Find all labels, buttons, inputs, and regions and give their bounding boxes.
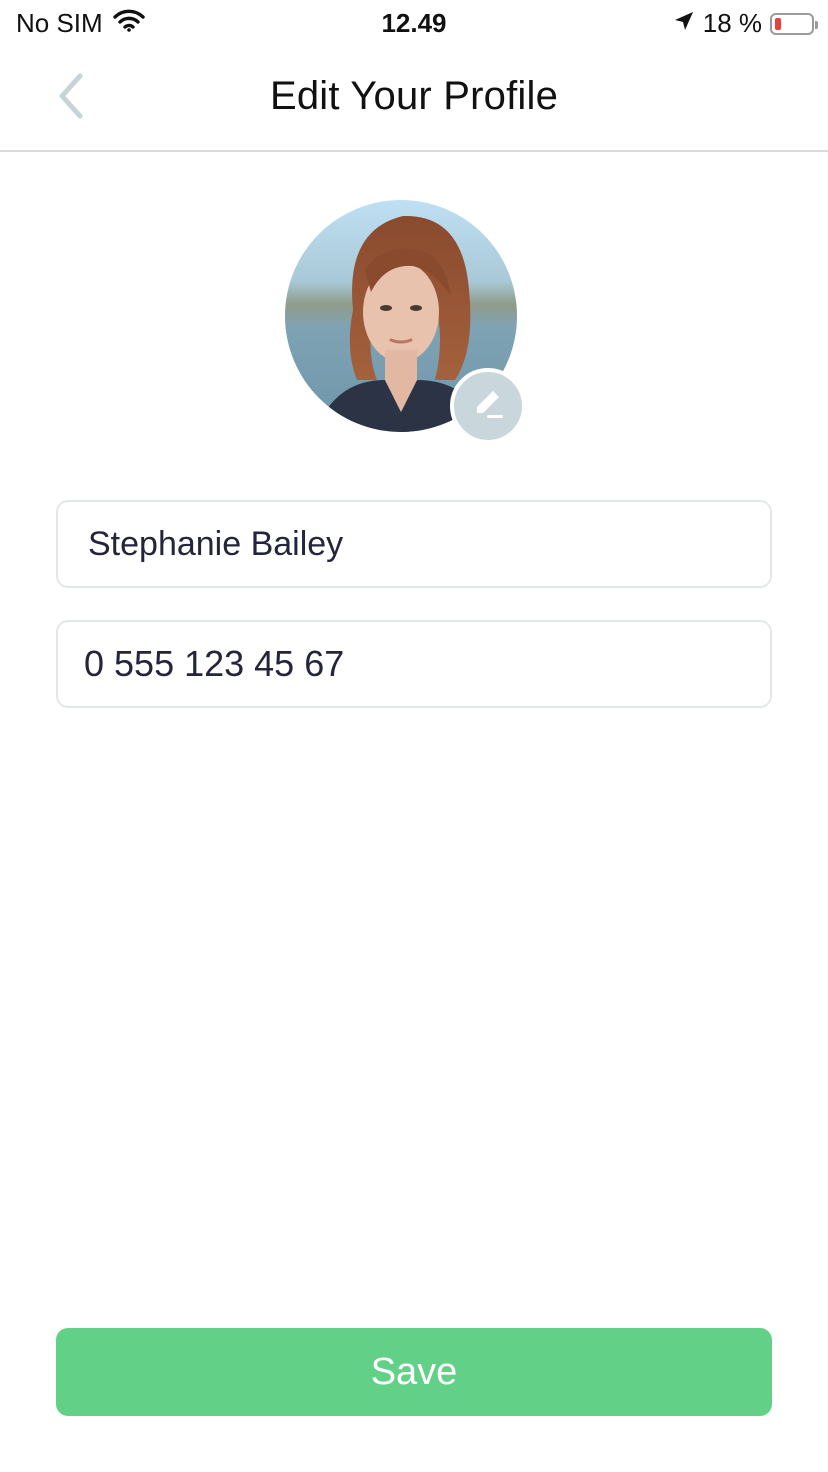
avatar-container bbox=[285, 200, 526, 444]
page-title: Edit Your Profile bbox=[269, 74, 559, 118]
edit-avatar-button[interactable] bbox=[450, 368, 526, 444]
nav-header: Edit Your Profile bbox=[0, 46, 828, 152]
name-input[interactable] bbox=[58, 501, 770, 587]
save-button[interactable]: Save bbox=[56, 1328, 772, 1416]
phone-field-container bbox=[56, 620, 772, 708]
location-arrow-icon bbox=[673, 8, 695, 39]
pencil-icon bbox=[469, 385, 507, 428]
battery-level bbox=[775, 17, 781, 30]
status-bar: No SIM 12.49 18 % bbox=[0, 0, 828, 46]
status-right: 18 % bbox=[673, 8, 818, 39]
name-field-container bbox=[56, 500, 772, 588]
phone-input[interactable] bbox=[58, 621, 770, 707]
battery-percent: 18 % bbox=[702, 8, 762, 38]
battery-icon bbox=[770, 12, 818, 35]
